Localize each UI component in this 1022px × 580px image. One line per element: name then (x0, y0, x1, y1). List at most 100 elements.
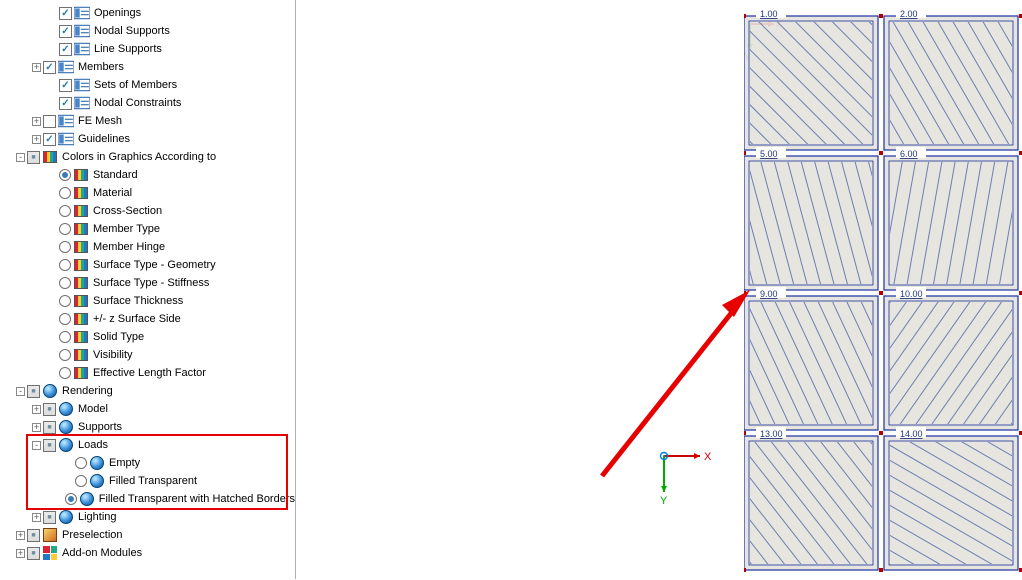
radio[interactable] (59, 169, 71, 181)
checkbox[interactable] (43, 133, 56, 146)
render-sphere-icon (58, 402, 74, 416)
tree-item-label: Supports (77, 421, 122, 433)
expander[interactable]: + (32, 63, 41, 72)
surface-label: 5.00 (760, 149, 778, 159)
radio[interactable] (59, 223, 71, 235)
tree-item-lighting[interactable]: +Lighting (0, 508, 295, 526)
tree-item-surface-thickness[interactable]: Surface Thickness (0, 292, 295, 310)
checkbox[interactable] (27, 385, 40, 398)
radio[interactable] (75, 457, 87, 469)
properties-icon (74, 24, 90, 38)
checkbox[interactable] (43, 511, 56, 524)
tree-item-line-supports[interactable]: Line Supports (0, 40, 295, 58)
radio[interactable] (59, 259, 71, 271)
model-viewport[interactable]: X Y 1.002.003.004.005.006.007.008.009.00… (296, 0, 1022, 579)
svg-text:X: X (704, 451, 712, 463)
tree-item-model[interactable]: +Model (0, 400, 295, 418)
expander[interactable]: + (32, 117, 41, 126)
checkbox[interactable] (59, 25, 72, 38)
surface-label: 14.00 (900, 429, 923, 439)
checkbox[interactable] (27, 151, 40, 164)
colors-icon (73, 204, 89, 218)
checkbox[interactable] (43, 403, 56, 416)
checkbox[interactable] (59, 43, 72, 56)
checkbox[interactable] (43, 439, 56, 452)
radio[interactable] (75, 475, 87, 487)
tree-item-solid-type[interactable]: Solid Type (0, 328, 295, 346)
tree-item-filled-transparent[interactable]: Filled Transparent (0, 472, 295, 490)
radio[interactable] (59, 241, 71, 253)
tree-panel[interactable]: OpeningsNodal SupportsLine Supports+Memb… (0, 0, 296, 579)
expander[interactable]: - (16, 153, 25, 162)
tree-item-fe-mesh[interactable]: +FE Mesh (0, 112, 295, 130)
tree-item-nodal-supports[interactable]: Nodal Supports (0, 22, 295, 40)
tree-item-label: Filled Transparent (108, 475, 197, 487)
tree-item-visibility[interactable]: Visibility (0, 346, 295, 364)
tree-item-standard[interactable]: Standard (0, 166, 295, 184)
checkbox[interactable] (43, 115, 56, 128)
tree-item-surface-type-stiffness[interactable]: Surface Type - Stiffness (0, 274, 295, 292)
tree-item-cross-section[interactable]: Cross-Section (0, 202, 295, 220)
render-sphere-icon (79, 492, 95, 506)
properties-icon (58, 60, 74, 74)
tree-item-surface-type-geometry[interactable]: Surface Type - Geometry (0, 256, 295, 274)
colors-icon (73, 366, 89, 380)
colors-icon (73, 276, 89, 290)
tree-item-label: Standard (92, 169, 138, 181)
checkbox[interactable] (43, 61, 56, 74)
surface-label: 1.00 (760, 9, 778, 19)
tree-item-member-type[interactable]: Member Type (0, 220, 295, 238)
expander[interactable]: - (16, 387, 25, 396)
tree-item-add-on-modules[interactable]: +Add-on Modules (0, 544, 295, 562)
expander[interactable]: + (32, 513, 41, 522)
checkbox[interactable] (27, 547, 40, 560)
tree-item-material[interactable]: Material (0, 184, 295, 202)
tree-item-preselection[interactable]: +Preselection (0, 526, 295, 544)
checkbox[interactable] (59, 97, 72, 110)
tree-item-filled-transparent-with-hatched-borders[interactable]: Filled Transparent with Hatched Borders (0, 490, 295, 508)
preselection-icon (42, 528, 58, 542)
radio[interactable] (65, 493, 77, 505)
checkbox[interactable] (59, 79, 72, 92)
radio[interactable] (59, 313, 71, 325)
tree-item-loads[interactable]: -Loads (0, 436, 295, 454)
checkbox[interactable] (27, 529, 40, 542)
tree-item-label: Surface Thickness (92, 295, 183, 307)
radio[interactable] (59, 205, 71, 217)
radio[interactable] (59, 295, 71, 307)
expander[interactable]: + (16, 531, 25, 540)
node-point (879, 151, 883, 155)
colors-icon (73, 330, 89, 344)
expander[interactable]: + (16, 549, 25, 558)
radio[interactable] (59, 277, 71, 289)
tree-item-member-hinge[interactable]: Member Hinge (0, 238, 295, 256)
tree-item--z-surface-side[interactable]: +/- z Surface Side (0, 310, 295, 328)
tree-item-supports[interactable]: + Supports (0, 418, 295, 436)
checkbox[interactable] (59, 7, 72, 20)
tree-item-colors-in-graphics-according-to[interactable]: - Colors in Graphics According to (0, 148, 295, 166)
properties-icon (74, 96, 90, 110)
expander[interactable]: - (32, 441, 41, 450)
tree-item-label: Colors in Graphics According to (61, 151, 216, 163)
colors-icon (73, 186, 89, 200)
colors-icon (73, 240, 89, 254)
checkbox[interactable] (43, 421, 56, 434)
tree-item-effective-length-factor[interactable]: Effective Length Factor (0, 364, 295, 382)
radio[interactable] (59, 367, 71, 379)
tree-item-members[interactable]: +Members (0, 58, 295, 76)
tree-item-guidelines[interactable]: +Guidelines (0, 130, 295, 148)
expander[interactable]: + (32, 135, 41, 144)
tree-item-openings[interactable]: Openings (0, 4, 295, 22)
radio[interactable] (59, 187, 71, 199)
expander[interactable]: + (32, 405, 41, 414)
tree-item-rendering[interactable]: -Rendering (0, 382, 295, 400)
tree-item-empty[interactable]: Empty (0, 454, 295, 472)
radio[interactable] (59, 349, 71, 361)
expander[interactable]: + (32, 423, 41, 432)
properties-icon (74, 78, 90, 92)
radio[interactable] (59, 331, 71, 343)
tree-item-nodal-constraints[interactable]: Nodal Constraints (0, 94, 295, 112)
properties-icon (74, 6, 90, 20)
svg-text:Y: Y (660, 495, 668, 507)
tree-item-sets-of-members[interactable]: Sets of Members (0, 76, 295, 94)
